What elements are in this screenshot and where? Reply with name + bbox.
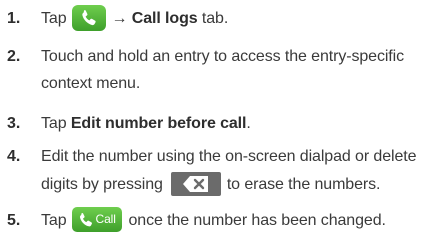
step-text: Edit the number using the on-screen dial… bbox=[41, 144, 441, 198]
backspace-delete-icon bbox=[170, 171, 221, 196]
step-bold-label: Call logs bbox=[131, 10, 198, 28]
step-number: 1. bbox=[7, 10, 21, 27]
phone-icon bbox=[71, 5, 106, 31]
step-bold-label: Edit number before call bbox=[70, 115, 247, 132]
call-button-icon: Call bbox=[71, 207, 122, 233]
step-number: 5. bbox=[7, 212, 21, 229]
step-text-after-icon: to erase the numbers. bbox=[226, 176, 381, 193]
step-text: Tap → Call logs tab. bbox=[41, 5, 441, 32]
step-text-line-1: Touch and hold an entry to access the en… bbox=[41, 48, 405, 65]
step-text-line-2: context menu. bbox=[41, 75, 141, 92]
step-tap-word: Tap bbox=[41, 10, 67, 28]
step-text-before-icon: digits by pressing bbox=[41, 176, 163, 193]
step-number: 4. bbox=[7, 148, 21, 165]
step-number: 2. bbox=[7, 48, 21, 65]
step-text-line-2: digits by pressing to erase the numbers. bbox=[41, 171, 441, 198]
step-number: 3. bbox=[7, 115, 21, 132]
call-button-label: Call bbox=[95, 212, 116, 227]
step-text: Touch and hold an entry to access the en… bbox=[41, 44, 441, 97]
step-text: Tap Call once the number has been changed. bbox=[41, 207, 441, 234]
step-arrow: → bbox=[111, 10, 128, 28]
step-tap-word: Tap bbox=[41, 212, 67, 229]
step-text: Tap Edit number before call. bbox=[41, 111, 441, 137]
step-text-line-1: Edit the number using the on-screen dial… bbox=[41, 148, 417, 165]
step-after-text: once the number has been changed. bbox=[128, 212, 386, 229]
step-after-text: tab. bbox=[197, 10, 229, 28]
step-after-text: . bbox=[246, 115, 251, 132]
step-tap-word: Tap bbox=[41, 115, 67, 132]
